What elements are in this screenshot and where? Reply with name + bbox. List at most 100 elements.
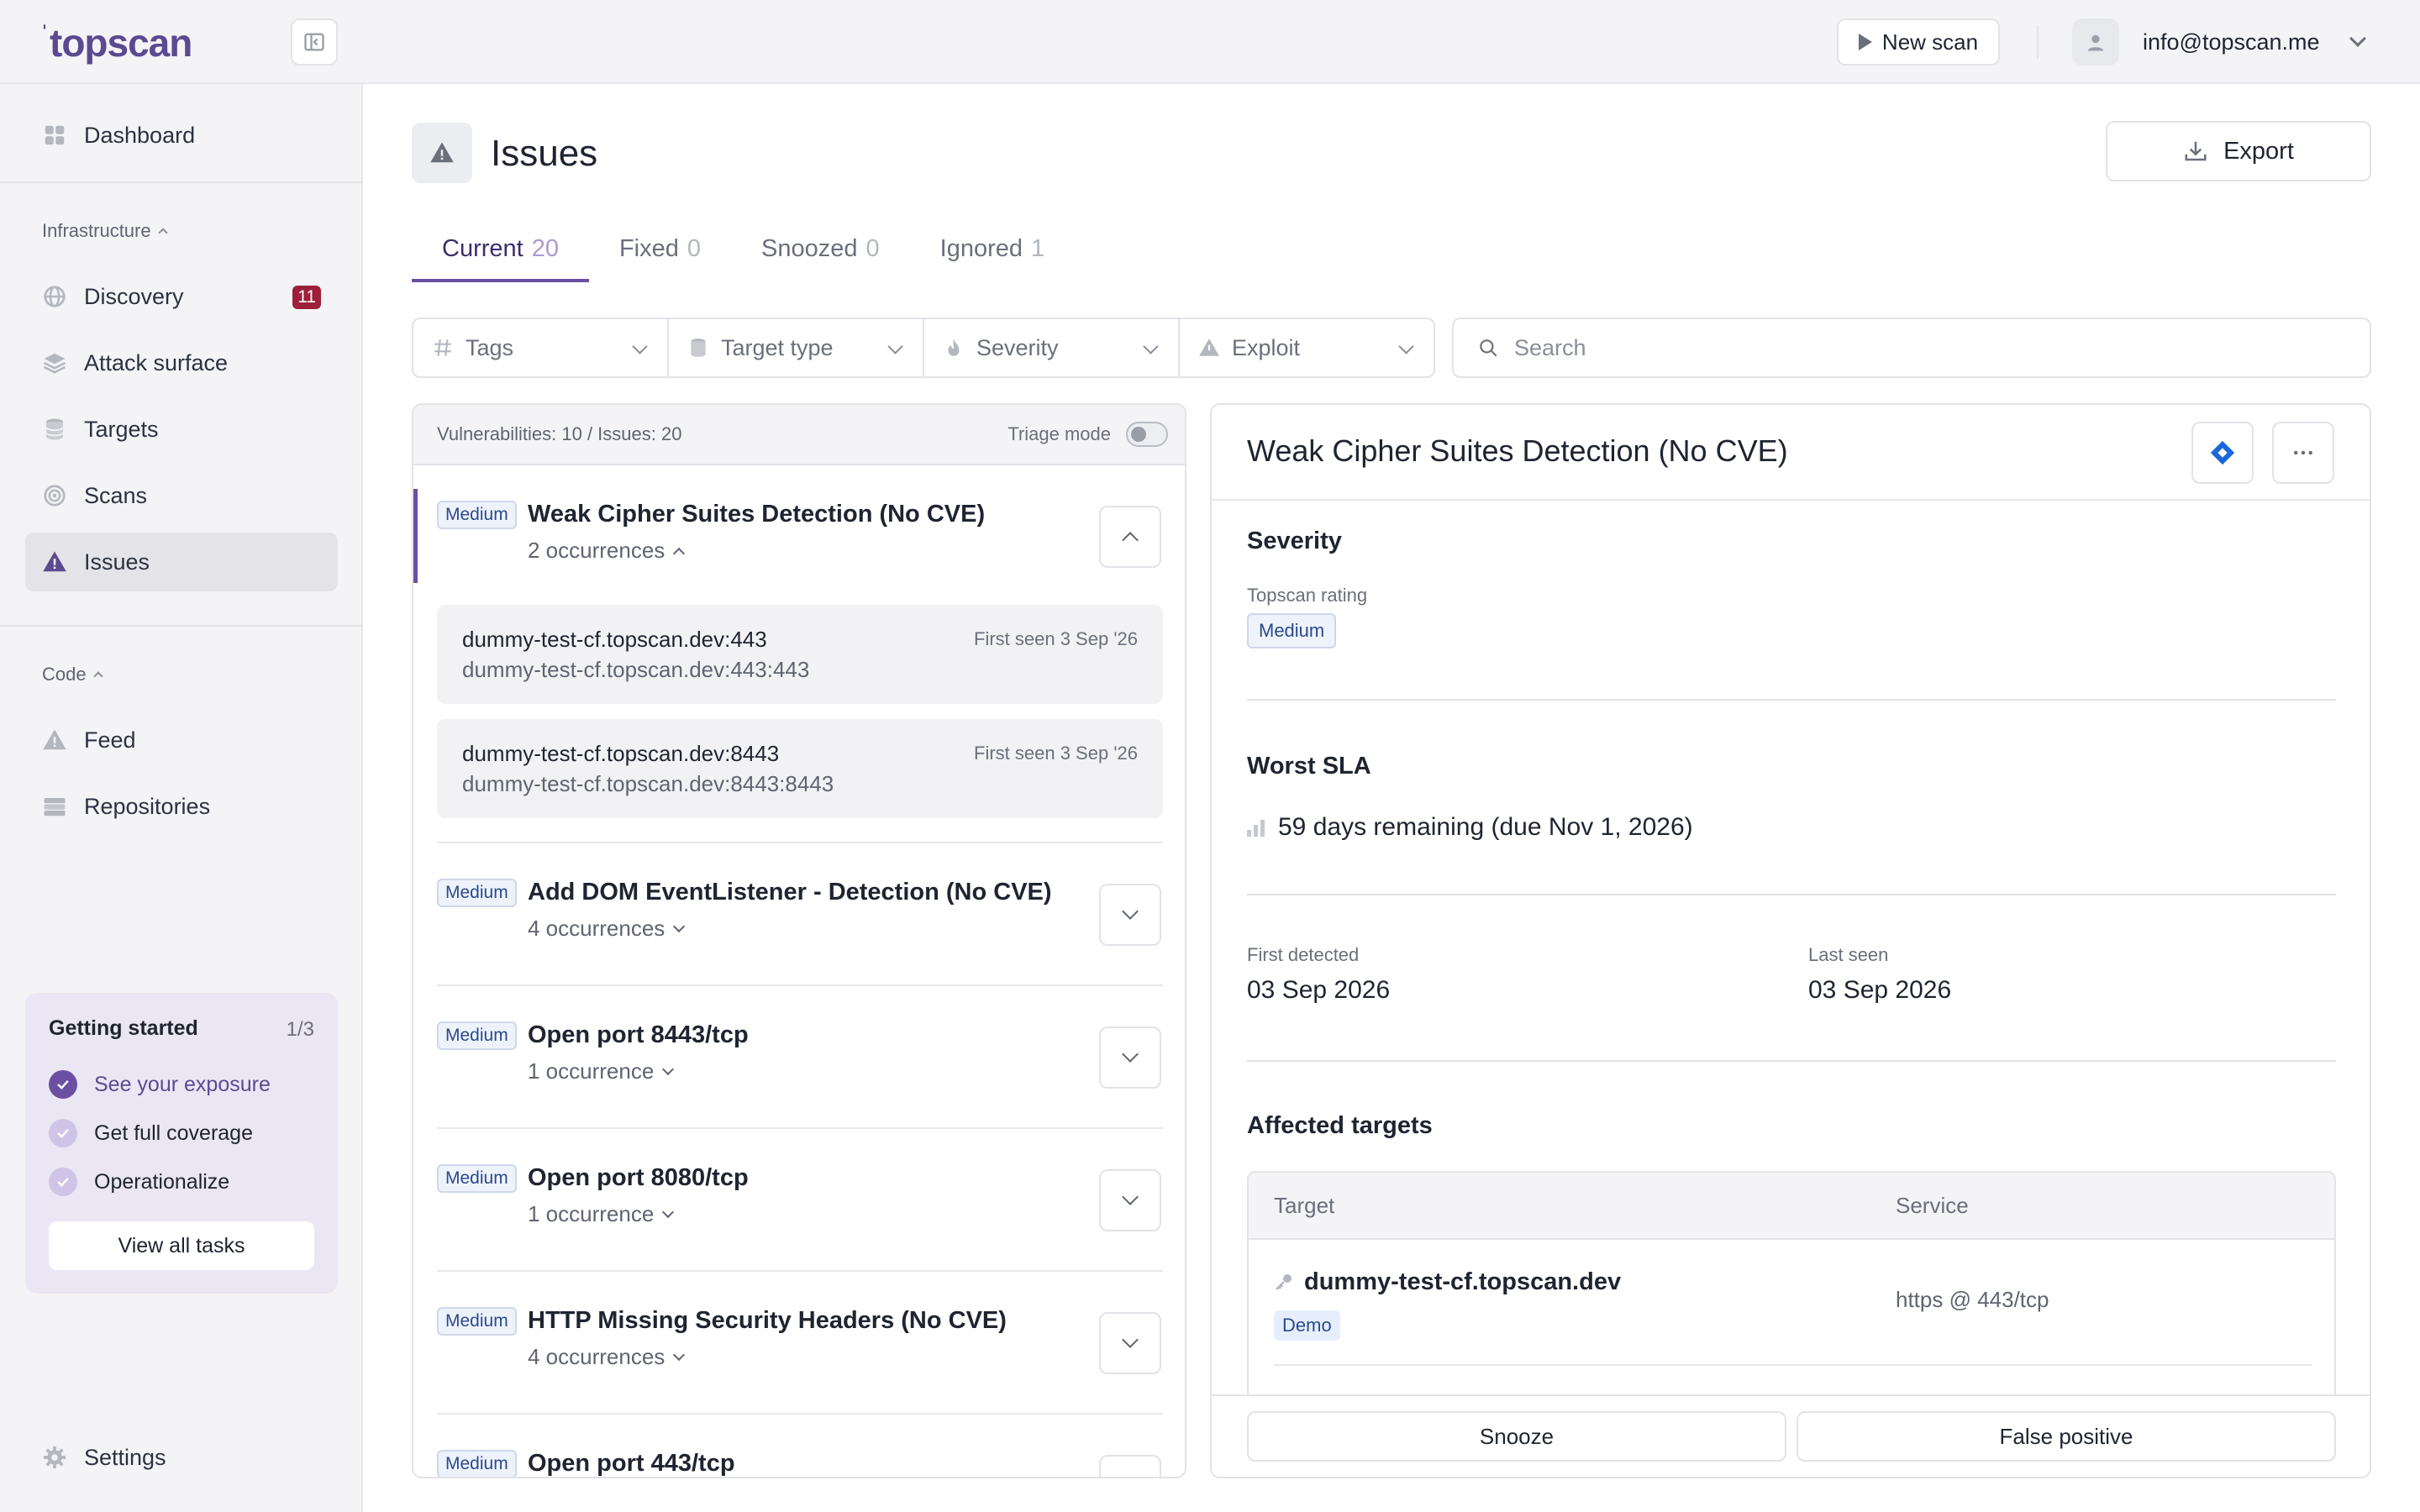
filter-bar: Tags Target type Severity Exploit (412, 318, 1435, 378)
snooze-button[interactable]: Snooze (1247, 1411, 1786, 1462)
occurrence-host: dummy-test-cf.topscan.dev:8443 (462, 741, 780, 766)
first-detected-value: 03 Sep 2026 (1247, 976, 1391, 1004)
gear-icon (42, 1445, 67, 1470)
occurrences-toggle[interactable]: 1 occurrence (528, 1201, 675, 1227)
chevron-down-icon (1398, 339, 1414, 354)
chevron-down-icon (887, 339, 903, 354)
sidebar-item-settings[interactable]: Settings (25, 1428, 338, 1487)
filter-tags[interactable]: Tags (413, 319, 669, 376)
search-input[interactable] (1514, 334, 2270, 361)
sidebar-item-discovery[interactable]: Discovery 11 (25, 267, 338, 326)
sidebar-divider (0, 181, 361, 183)
chevron-down-icon (673, 920, 686, 932)
expand-button[interactable] (1099, 1169, 1161, 1231)
sidebar-item-feed[interactable]: Feed (25, 711, 338, 769)
warning-icon (430, 142, 454, 163)
sidebar-item-attack-surface[interactable]: Attack surface (25, 333, 338, 392)
occurrences-toggle[interactable]: 4 occurrences (528, 916, 686, 942)
last-seen-value: 03 Sep 2026 (1808, 976, 1952, 1004)
export-button[interactable]: Export (2106, 121, 2371, 181)
issue-tabs: Current 20 Fixed 0 Snoozed 0 Ignored 1 (412, 222, 1075, 282)
expand-button[interactable] (1099, 1026, 1161, 1089)
target-name[interactable]: dummy-test-cf.topscan.dev (1304, 1268, 1621, 1296)
tab-ignored[interactable]: Ignored 1 (910, 222, 1076, 282)
chevron-up-icon (157, 228, 168, 238)
divider (1274, 1364, 2312, 1366)
severity-badge: Medium (437, 1450, 517, 1477)
occurrence-item[interactable]: dummy-test-cf.topscan.dev:443 dummy-test… (437, 605, 1163, 704)
expand-button[interactable] (1099, 884, 1161, 946)
new-scan-button[interactable]: New scan (1837, 18, 2000, 66)
false-positive-button[interactable]: False positive (1797, 1411, 2336, 1462)
occurrences-toggle[interactable]: 1 occurrence (528, 1058, 675, 1084)
tab-label: Snoozed (761, 235, 858, 262)
rating-label: Topscan rating (1247, 585, 1368, 606)
radar-icon (42, 483, 67, 508)
tab-snoozed[interactable]: Snoozed 0 (731, 222, 910, 282)
filter-label: Tags (466, 334, 514, 360)
sidebar-item-dashboard[interactable]: Dashboard (25, 106, 338, 165)
avatar (2072, 18, 2119, 66)
task-see-exposure[interactable]: See your exposure (49, 1070, 271, 1099)
collapse-sidebar-button[interactable] (291, 18, 338, 66)
section-code-label: Code (42, 664, 87, 685)
topscan-logo[interactable]: ˈtopscan (40, 20, 192, 66)
task-label: Get full coverage (94, 1121, 253, 1145)
severity-badge: Medium (437, 1164, 517, 1193)
occurrences-toggle[interactable]: 2 occurrences (528, 538, 686, 564)
more-options-button[interactable] (2272, 422, 2334, 484)
task-full-coverage[interactable]: Get full coverage (49, 1119, 253, 1147)
sidebar-item-repositories[interactable]: Repositories (25, 777, 338, 836)
server-icon (42, 794, 67, 819)
divider (1212, 499, 2370, 501)
sidebar-item-scans[interactable]: Scans (25, 466, 338, 525)
chevron-down-icon (1143, 339, 1159, 354)
rating-badge: Medium (1247, 613, 1337, 648)
filter-target-type[interactable]: Target type (669, 319, 924, 376)
expand-button[interactable] (1099, 1312, 1161, 1374)
user-email: info@topscan.me (2143, 29, 2320, 55)
tab-count: 0 (865, 235, 880, 262)
signal-bars-icon (1247, 818, 1265, 837)
tab-current[interactable]: Current 20 (412, 222, 589, 282)
sidebar-item-targets[interactable]: Targets (25, 400, 338, 459)
triage-mode-toggle[interactable] (1126, 422, 1168, 447)
task-operationalize[interactable]: Operationalize (49, 1168, 229, 1196)
view-all-tasks-button[interactable]: View all tasks (49, 1221, 314, 1270)
tab-count: 0 (687, 235, 702, 262)
sidebar-item-label: Attack surface (84, 349, 229, 375)
occurrences-label: 4 occurrences (528, 916, 666, 941)
sidebar-divider (0, 625, 361, 627)
section-infrastructure[interactable]: Infrastructure (42, 220, 168, 242)
collapse-button[interactable] (1099, 506, 1161, 568)
globe-icon (42, 284, 67, 309)
user-icon (2087, 34, 2104, 51)
tab-fixed[interactable]: Fixed 0 (589, 222, 731, 282)
occurrence-endpoint: dummy-test-cf.topscan.dev:8443:8443 (462, 771, 834, 796)
warning-icon (42, 549, 67, 575)
divider (437, 1127, 1163, 1129)
sidebar-item-label: Dashboard (84, 122, 196, 148)
check-circle-icon (49, 1070, 77, 1099)
getting-started-title: Getting started (49, 1016, 198, 1040)
user-menu[interactable]: info@topscan.me (2072, 17, 2366, 67)
filter-exploit[interactable]: Exploit (1180, 319, 1434, 376)
occurrence-item[interactable]: dummy-test-cf.topscan.dev:8443 dummy-tes… (437, 719, 1163, 818)
sidebar-item-issues[interactable]: Issues (25, 533, 338, 591)
expand-button[interactable] (1099, 1455, 1161, 1477)
tab-label: Ignored (939, 235, 1023, 262)
occurrences-label: 2 occurrences (528, 538, 666, 563)
chevron-down-icon (673, 1348, 686, 1361)
column-target: Target (1274, 1193, 1335, 1218)
occurrences-toggle[interactable]: 4 occurrences (528, 1344, 686, 1370)
hash-icon (434, 339, 451, 356)
severity-badge: Medium (437, 1307, 517, 1336)
filter-severity[interactable]: Severity (924, 319, 1180, 376)
filter-label: Severity (976, 334, 1059, 360)
page-title: Issues (491, 133, 598, 174)
search-icon (1480, 339, 1497, 357)
tab-label: Fixed (618, 235, 679, 262)
divider (437, 1270, 1163, 1272)
section-code[interactable]: Code (42, 664, 103, 685)
jira-button[interactable] (2191, 422, 2254, 484)
